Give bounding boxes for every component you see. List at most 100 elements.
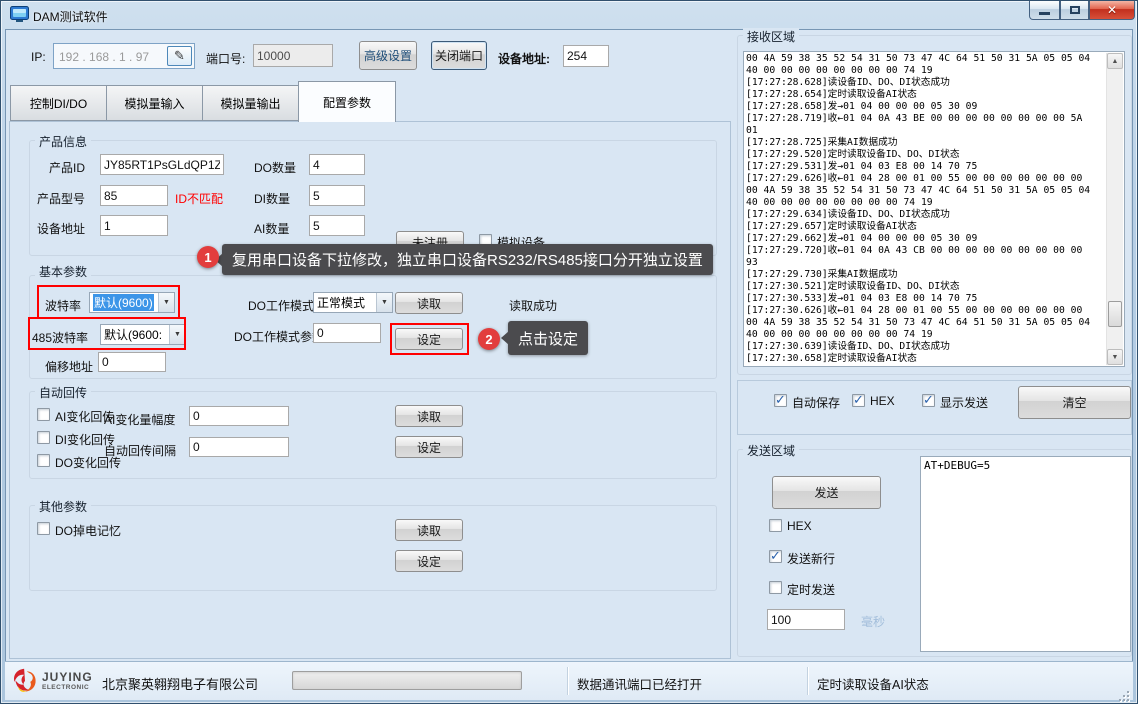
basic-read-button[interactable]: 读取 [395,292,463,314]
step1-badge: 1 [197,246,219,268]
chevron-down-icon[interactable]: ▼ [158,293,174,312]
scroll-up-icon[interactable]: ▲ [1107,53,1123,69]
do-count-label: DO数量 [254,159,296,176]
port-label: 端口号: [206,50,245,67]
send-button[interactable]: 发送 [772,476,881,509]
auto-report-title: 自动回传 [35,384,91,401]
basic-set-button[interactable]: 设定 [395,328,463,350]
ai-amplitude-input[interactable] [189,406,289,426]
step2-badge: 2 [478,328,500,350]
autosave-label: 自动保存 [792,394,840,411]
do-mode-param-input[interactable] [313,323,381,343]
show-send-label: 显示发送 [940,394,988,411]
device-addr-input[interactable] [100,215,168,236]
edit-ip-button[interactable]: ✎ [167,46,192,66]
product-model-input[interactable] [100,185,168,206]
resize-grip[interactable] [1117,691,1129,701]
window-title: DAM测试软件 [33,8,108,25]
other-params-group [29,505,717,591]
pencil-icon: ✎ [174,48,185,64]
tab-config-params[interactable]: 配置参数 [298,81,396,122]
di-count-input[interactable] [309,185,365,206]
juying-logo-icon [11,667,39,695]
maximize-button[interactable] [1060,1,1089,20]
port-status-text: 数据通讯端口已经打开 [577,674,702,693]
other-set-button[interactable]: 设定 [395,550,463,572]
do-memory-checkbox[interactable] [37,522,50,535]
scrollbar-thumb[interactable] [1108,301,1122,327]
ip-label: IP: [31,50,46,64]
auto-report-set-button[interactable]: 设定 [395,436,463,458]
ai-count-label: AI数量 [254,220,289,237]
send-interval-input[interactable] [767,609,845,630]
auto-report-read-button[interactable]: 读取 [395,405,463,427]
baud-combo[interactable]: 默认(9600) ▼ [89,292,175,313]
company-name: 北京聚英翱翔电子有限公司 [102,674,258,693]
di-count-label: DI数量 [254,190,290,207]
do-mode-param-label: DO工作模式参数 [234,328,324,345]
tab-control-dido[interactable]: 控制DI/DO [10,85,107,121]
di-change-checkbox[interactable] [37,431,50,444]
baud485-combo[interactable]: 默认(9600: ▼ [100,324,186,345]
autosave-checkbox[interactable] [774,394,787,407]
other-read-button[interactable]: 读取 [395,519,463,541]
product-id-input[interactable] [100,154,224,175]
logo-text-line1: JUYING [42,670,93,684]
send-content-box[interactable]: AT+DEBUG=5 [920,456,1131,652]
maximize-icon [1070,6,1080,14]
product-id-label: 产品ID [49,159,85,176]
baud485-label: 485波特率 [32,329,88,346]
baud-label: 波特率 [45,297,81,314]
do-mode-label: DO工作模式 [248,297,314,314]
device-address-label: 设备地址: [498,50,550,67]
interval-unit-label: 毫秒 [861,613,885,630]
app-icon [10,6,29,23]
receive-log-text: 00 4A 59 38 35 52 54 31 50 73 47 4C 64 5… [746,53,1105,365]
show-send-checkbox[interactable] [922,394,935,407]
advanced-settings-button[interactable]: 高级设置 [359,41,417,70]
product-model-label: 产品型号 [37,190,85,207]
product-info-title: 产品信息 [35,133,91,150]
timed-send-label: 定时发送 [787,581,835,598]
offset-label: 偏移地址 [45,358,93,375]
receive-log-scrollbar[interactable]: ▲ ▼ [1106,53,1123,365]
timed-send-checkbox[interactable] [769,581,782,594]
statusbar-divider [567,667,569,695]
chevron-down-icon[interactable]: ▼ [169,325,185,344]
device-address-input[interactable] [563,45,609,67]
ai-amplitude-label: AI变化量幅度 [104,411,175,428]
minimize-icon [1039,12,1050,15]
baud-value: 默认(9600) [93,294,154,311]
do-mode-value: 正常模式 [317,294,365,311]
do-change-checkbox[interactable] [37,454,50,467]
ai-count-input[interactable] [309,215,365,236]
progress-bar [292,671,522,690]
chevron-down-icon[interactable]: ▼ [376,293,392,312]
minimize-button[interactable] [1029,1,1060,20]
auto-report-group [29,391,717,479]
baud485-value: 默认(9600: [104,326,162,343]
send-newline-checkbox[interactable] [769,550,782,563]
scroll-down-icon[interactable]: ▼ [1107,349,1123,365]
receive-log[interactable]: 00 4A 59 38 35 52 54 31 50 73 47 4C 64 5… [743,51,1125,367]
tab-analog-output[interactable]: 模拟量输出 [202,85,299,121]
ip-field[interactable]: 192 . 168 . 1 . 97 ✎ [53,43,195,69]
do-mode-combo[interactable]: 正常模式 ▼ [313,292,393,313]
auto-interval-input[interactable] [189,437,289,457]
do-count-input[interactable] [309,154,365,175]
receive-hex-label: HEX [870,394,895,408]
clear-button[interactable]: 清空 [1018,386,1131,419]
do-memory-label: DO掉电记忆 [55,522,121,539]
device-addr-label: 设备地址 [37,220,85,237]
close-button[interactable]: ✕ [1089,1,1135,20]
close-port-button[interactable]: 关闭端口 [431,41,487,70]
auto-interval-label: 自动回传间隔 [104,442,176,459]
send-hex-checkbox[interactable] [769,519,782,532]
ai-change-checkbox[interactable] [37,408,50,421]
receive-hex-checkbox[interactable] [852,394,865,407]
offset-input[interactable] [98,352,166,372]
tab-analog-input[interactable]: 模拟量输入 [106,85,203,121]
port-input[interactable] [253,44,333,67]
step1-tooltip: 复用串口设备下拉修改，独立串口设备RS232/RS485接口分开独立设置 [222,244,713,275]
send-content-text: AT+DEBUG=5 [924,459,990,472]
